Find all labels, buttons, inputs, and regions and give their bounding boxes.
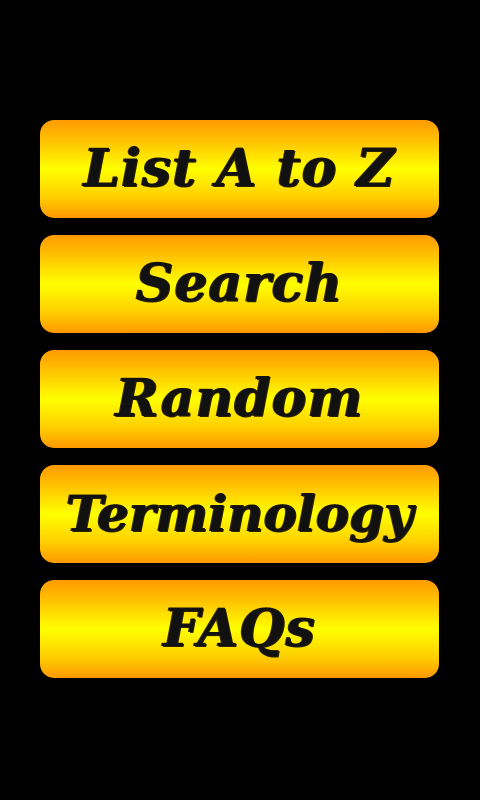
list-a-to-z-button[interactable]: List A to Z — [40, 120, 439, 218]
terminology-label: Terminology — [65, 484, 414, 543]
search-button[interactable]: Search — [40, 235, 439, 333]
faqs-button[interactable]: FAQs — [40, 580, 439, 678]
list-a-to-z-label: List A to Z — [83, 138, 396, 199]
faqs-label: FAQs — [163, 598, 316, 659]
main-menu: List A to Z Search Random Terminology FA… — [40, 120, 439, 678]
random-button[interactable]: Random — [40, 350, 439, 448]
search-label: Search — [135, 253, 344, 314]
terminology-button[interactable]: Terminology — [40, 465, 439, 563]
random-label: Random — [115, 368, 364, 429]
